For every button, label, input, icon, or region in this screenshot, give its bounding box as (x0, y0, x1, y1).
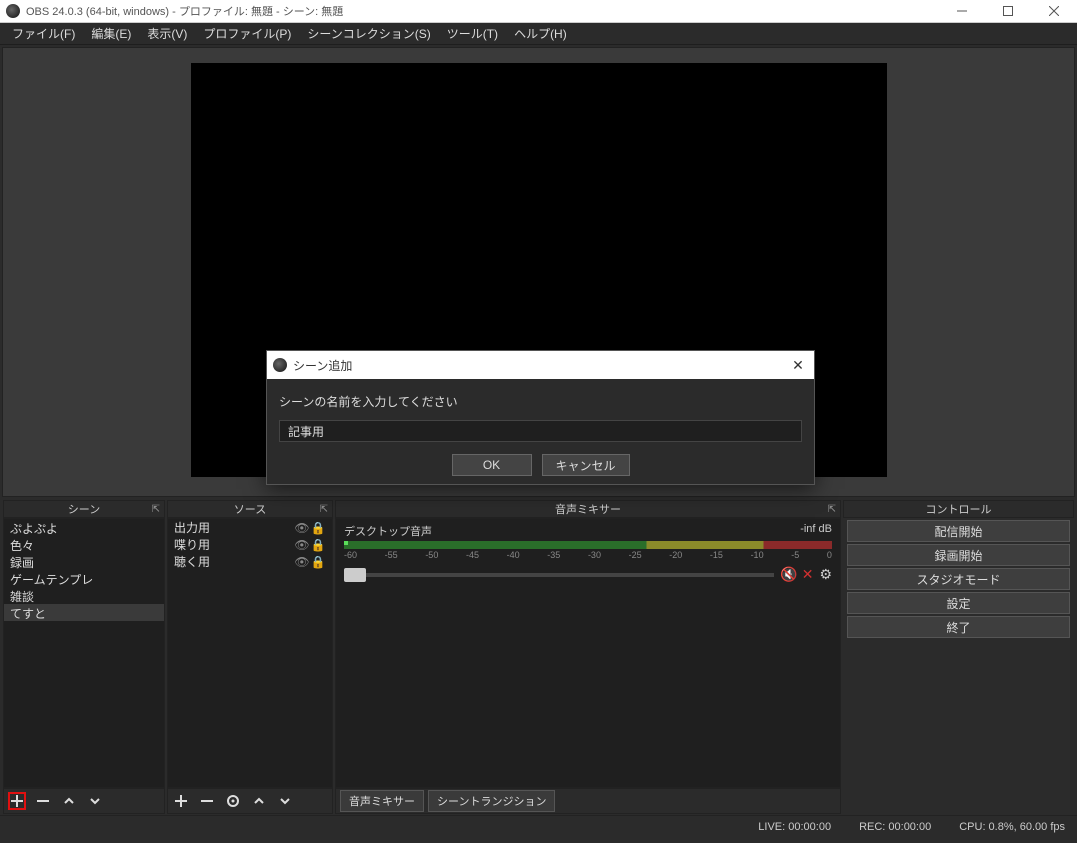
dialog-titlebar[interactable]: シーン追加 ✕ (267, 351, 814, 379)
source-item[interactable]: 聴く用 👁 🔒 (168, 553, 332, 570)
mixer-level: -inf dB (800, 523, 832, 539)
status-live: LIVE: 00:00:00 (758, 821, 831, 833)
tab-audio-mixer[interactable]: 音声ミキサー (340, 790, 424, 812)
menu-profile[interactable]: プロファイル(P) (195, 22, 299, 45)
scenes-list[interactable]: ぷよぷよ 色々 録画 ゲームテンプレ 雑談 てすと (3, 518, 165, 788)
scene-item[interactable]: てすと (4, 604, 164, 621)
sources-panel-header[interactable]: ソース ⇱ (167, 500, 333, 518)
menu-view[interactable]: 表示(V) (139, 22, 195, 45)
close-button[interactable] (1031, 0, 1077, 22)
move-scene-down-button[interactable] (86, 792, 104, 810)
menu-file[interactable]: ファイル(F) (4, 22, 83, 45)
status-cpu: CPU: 0.8%, 60.00 fps (959, 821, 1065, 833)
source-name: 喋り用 (174, 536, 294, 553)
mixer-panel-header[interactable]: 音声ミキサー ⇱ (335, 500, 841, 518)
scenes-panel-header[interactable]: シーン ⇱ (3, 500, 165, 518)
scene-item[interactable]: ゲームテンプレ (4, 570, 164, 587)
mute-icon[interactable]: 🔇 ✕ (780, 566, 813, 583)
visibility-icon[interactable]: 👁 (294, 555, 310, 569)
status-rec: REC: 00:00:00 (859, 821, 931, 833)
add-scene-dialog: シーン追加 ✕ シーンの名前を入力してください OK キャンセル (266, 350, 815, 485)
source-name: 出力用 (174, 519, 294, 536)
mixer-track-name: デスクトップ音声 (344, 523, 432, 539)
scene-item[interactable]: 録画 (4, 553, 164, 570)
move-scene-up-button[interactable] (60, 792, 78, 810)
scenes-toolbar (3, 788, 165, 814)
start-stream-button[interactable]: 配信開始 (847, 520, 1070, 542)
statusbar: LIVE: 00:00:00 REC: 00:00:00 CPU: 0.8%, … (0, 815, 1077, 837)
remove-source-button[interactable] (198, 792, 216, 810)
controls-panel-header[interactable]: コントロール (843, 500, 1074, 518)
dialog-ok-button[interactable]: OK (452, 454, 532, 476)
add-scene-button[interactable] (8, 792, 26, 810)
add-source-button[interactable] (172, 792, 190, 810)
dialog-prompt: シーンの名前を入力してください (279, 393, 802, 410)
move-source-up-button[interactable] (250, 792, 268, 810)
mixer-tabs: 音声ミキサー シーントランジション (335, 788, 841, 814)
window-title: OBS 24.0.3 (64-bit, windows) - プロファイル: 無… (26, 3, 343, 19)
menu-edit[interactable]: 編集(E) (83, 22, 139, 45)
tab-scene-transitions[interactable]: シーントランジション (428, 790, 555, 812)
window-titlebar: OBS 24.0.3 (64-bit, windows) - プロファイル: 無… (0, 0, 1077, 23)
obs-logo-icon (6, 4, 20, 18)
lock-icon[interactable]: 🔒 (310, 538, 326, 552)
scenes-panel: シーン ⇱ ぷよぷよ 色々 録画 ゲームテンプレ 雑談 てすと (3, 500, 165, 814)
menu-tools[interactable]: ツール(T) (439, 22, 506, 45)
minimize-button[interactable] (939, 0, 985, 22)
mixer-body: デスクトップ音声 -inf dB -60 -55 -50 -45 -40 -35… (335, 518, 841, 788)
dialog-close-button[interactable]: ✕ (788, 357, 808, 374)
maximize-button[interactable] (985, 0, 1031, 22)
menubar: ファイル(F) 編集(E) 表示(V) プロファイル(P) シーンコレクション(… (0, 23, 1077, 45)
scene-item[interactable]: 雑談 (4, 587, 164, 604)
sources-panel: ソース ⇱ 出力用 👁 🔒 喋り用 👁 🔒 聴く用 👁 🔒 (167, 500, 333, 814)
audio-meter-ticks: -60 -55 -50 -45 -40 -35 -30 -25 -20 -15 … (344, 550, 832, 560)
move-source-down-button[interactable] (276, 792, 294, 810)
controls-panel-title: コントロール (926, 501, 992, 517)
sources-list[interactable]: 出力用 👁 🔒 喋り用 👁 🔒 聴く用 👁 🔒 (167, 518, 333, 788)
dialog-title: シーン追加 (293, 357, 352, 374)
sources-panel-title: ソース (234, 501, 266, 517)
settings-button[interactable]: 設定 (847, 592, 1070, 614)
mixer-settings-icon[interactable]: ⚙ (819, 566, 832, 583)
popout-icon[interactable]: ⇱ (320, 504, 328, 515)
sources-toolbar (167, 788, 333, 814)
volume-slider-thumb[interactable] (344, 568, 366, 582)
visibility-icon[interactable]: 👁 (294, 521, 310, 535)
exit-button[interactable]: 終了 (847, 616, 1070, 638)
mixer-panel-title: 音声ミキサー (555, 501, 621, 517)
visibility-icon[interactable]: 👁 (294, 538, 310, 552)
controls-panel: コントロール 配信開始 録画開始 スタジオモード 設定 終了 (843, 500, 1074, 814)
volume-slider[interactable] (344, 573, 774, 577)
start-record-button[interactable]: 録画開始 (847, 544, 1070, 566)
menu-scene-collection[interactable]: シーンコレクション(S) (299, 22, 438, 45)
audio-meter (344, 541, 832, 549)
source-item[interactable]: 出力用 👁 🔒 (168, 519, 332, 536)
scenes-panel-title: シーン (68, 501, 100, 517)
menu-help[interactable]: ヘルプ(H) (506, 22, 575, 45)
scene-item[interactable]: 色々 (4, 536, 164, 553)
mixer-panel: 音声ミキサー ⇱ デスクトップ音声 -inf dB -60 -55 -50 -4… (335, 500, 841, 814)
source-name: 聴く用 (174, 553, 294, 570)
scene-name-input[interactable] (279, 420, 802, 442)
source-item[interactable]: 喋り用 👁 🔒 (168, 536, 332, 553)
popout-icon[interactable]: ⇱ (828, 504, 836, 515)
obs-logo-icon (273, 358, 287, 372)
controls-body: 配信開始 録画開始 スタジオモード 設定 終了 (843, 518, 1074, 640)
dialog-cancel-button[interactable]: キャンセル (542, 454, 630, 476)
source-properties-button[interactable] (224, 792, 242, 810)
remove-scene-button[interactable] (34, 792, 52, 810)
studio-mode-button[interactable]: スタジオモード (847, 568, 1070, 590)
scene-item[interactable]: ぷよぷよ (4, 519, 164, 536)
popout-icon[interactable]: ⇱ (152, 504, 160, 515)
lock-icon[interactable]: 🔒 (310, 555, 326, 569)
lock-icon[interactable]: 🔒 (310, 521, 326, 535)
